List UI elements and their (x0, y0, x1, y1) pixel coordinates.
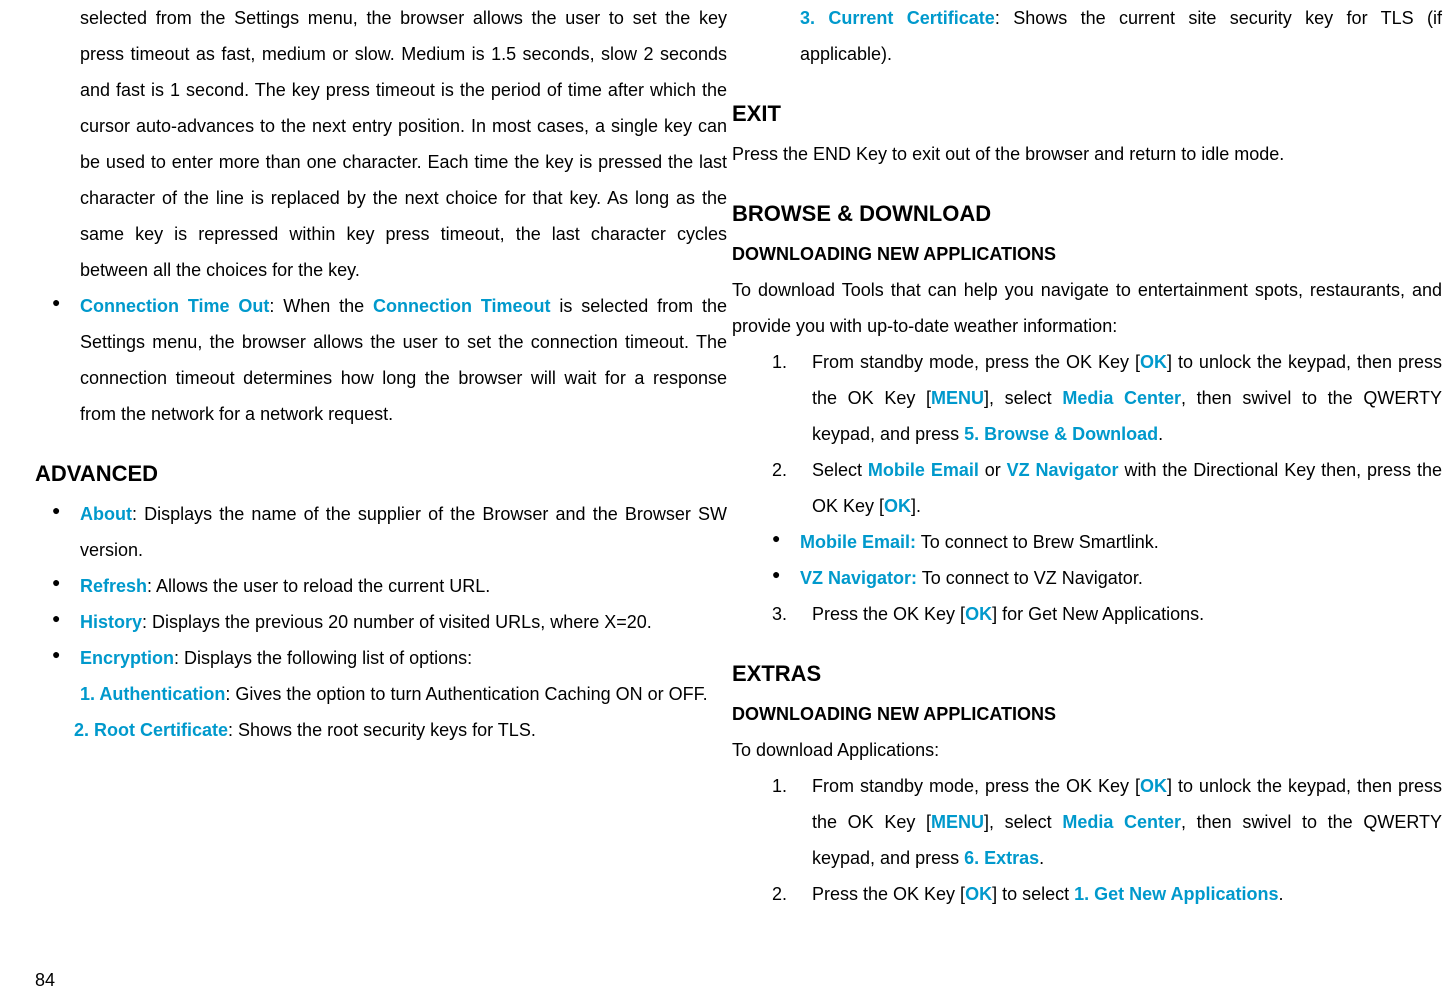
es1-mc: Media Center (1062, 812, 1181, 832)
extras-step-2: 2. Press the OK Key [OK] to select 1. Ge… (772, 876, 1442, 912)
about-text: : Displays the name of the supplier of t… (80, 504, 727, 560)
browse-intro: To download Tools that can help you navi… (732, 272, 1442, 344)
encryption-sub1: 1. Authentication: Gives the option to t… (80, 676, 727, 712)
history-text: : Displays the previous 20 number of vis… (142, 612, 652, 632)
me-text: To connect to Brew Smartlink. (916, 532, 1159, 552)
es1-ok1: OK (1140, 776, 1167, 796)
encryption-text: : Displays the following list of options… (174, 648, 472, 668)
bs2-t2: or (979, 460, 1007, 480)
about-label: About (80, 504, 132, 524)
browse-steps-cont: 3. Press the OK Key [OK] for Get New App… (772, 596, 1442, 632)
es2-t1: Press the OK Key [ (812, 884, 965, 904)
browse-bullets: Mobile Email: To connect to Brew Smartli… (772, 524, 1442, 596)
estep-num-1: 1. (772, 768, 787, 804)
es2-t2: ] to select (992, 884, 1074, 904)
bs1-menu: MENU (931, 388, 984, 408)
page-number: 84 (35, 970, 55, 991)
es2-t3: . (1278, 884, 1283, 904)
bs3-t2: ] for Get New Applications. (992, 604, 1204, 624)
step-num-1: 1. (772, 344, 787, 380)
bs1-t5: . (1158, 424, 1163, 444)
bs2-vz: VZ Navigator (1007, 460, 1119, 480)
connection-label2: Connection Timeout (373, 296, 551, 316)
exit-text: Press the END Key to exit out of the bro… (732, 136, 1442, 172)
connection-timeout-item: Connection Time Out: When the Connection… (52, 288, 727, 432)
es1-t3: ], select (984, 812, 1062, 832)
estep-num-2: 2. (772, 876, 787, 912)
connection-bullet-list: Connection Time Out: When the Connection… (52, 288, 727, 432)
browse-step-2: 2. Select Mobile Email or VZ Navigator w… (772, 452, 1442, 524)
right-column: 3. Current Certificate: Shows the curren… (727, 0, 1454, 1003)
es1-t1: From standby mode, press the OK Key [ (812, 776, 1140, 796)
mobile-email-bullet: Mobile Email: To connect to Brew Smartli… (772, 524, 1442, 560)
connection-text1: : When the (269, 296, 373, 316)
step-num-3: 3. (772, 596, 787, 632)
refresh-text: : Allows the user to reload the current … (147, 576, 490, 596)
advanced-heading: ADVANCED (35, 452, 727, 496)
es2-ok: OK (965, 884, 992, 904)
left-column: selected from the Settings menu, the bro… (0, 0, 727, 1003)
browse-steps: 1. From standby mode, press the OK Key [… (772, 344, 1442, 524)
keypress-paragraph: selected from the Settings menu, the bro… (80, 0, 727, 288)
es1-menu: MENU (931, 812, 984, 832)
history-item: History: Displays the previous 20 number… (52, 604, 727, 640)
browse-step-3: 3. Press the OK Key [OK] for Get New App… (772, 596, 1442, 632)
extras-step-1: 1. From standby mode, press the OK Key [… (772, 768, 1442, 876)
extras-heading: EXTRAS (732, 652, 1442, 696)
bs3-t1: Press the OK Key [ (812, 604, 965, 624)
exit-heading: EXIT (732, 92, 1442, 136)
encryption-item: Encryption: Displays the following list … (52, 640, 727, 748)
page-container: selected from the Settings menu, the bro… (0, 0, 1454, 1003)
cert3-label: 3. Current Certificate (800, 8, 995, 28)
browse-step-1: 1. From standby mode, press the OK Key [… (772, 344, 1442, 452)
vz-text: To connect to VZ Navigator. (917, 568, 1143, 588)
rootcert-text: : Shows the root security keys for TLS. (228, 720, 536, 740)
bs2-t1: Select (812, 460, 868, 480)
bs1-t3: ], select (984, 388, 1062, 408)
browse-subheading: DOWNLOADING NEW APPLICATIONS (732, 236, 1442, 272)
bs1-mc: Media Center (1062, 388, 1181, 408)
bs2-ok: OK (884, 496, 911, 516)
bs1-t1: From standby mode, press the OK Key [ (812, 352, 1140, 372)
auth-text: : Gives the option to turn Authenticatio… (225, 684, 707, 704)
browse-heading: BROWSE & DOWNLOAD (732, 192, 1442, 236)
bs2-me: Mobile Email (868, 460, 979, 480)
advanced-list: About: Displays the name of the supplier… (52, 496, 727, 748)
es2-gna: 1. Get New Applications (1074, 884, 1278, 904)
extras-subheading: DOWNLOADING NEW APPLICATIONS (732, 696, 1442, 732)
es1-ex: 6. Extras (964, 848, 1039, 868)
connection-label: Connection Time Out (80, 296, 269, 316)
auth-label: 1. Authentication (80, 684, 225, 704)
vz-navigator-bullet: VZ Navigator: To connect to VZ Navigator… (772, 560, 1442, 596)
vz-label: VZ Navigator: (800, 568, 917, 588)
bs3-ok: OK (965, 604, 992, 624)
encryption-sub2: 2. Root Certificate: Shows the root secu… (74, 712, 727, 748)
bs2-t4: ]. (911, 496, 921, 516)
extras-steps: 1. From standby mode, press the OK Key [… (772, 768, 1442, 912)
refresh-item: Refresh: Allows the user to reload the c… (52, 568, 727, 604)
es1-t5: . (1039, 848, 1044, 868)
bs1-bd: 5. Browse & Download (964, 424, 1158, 444)
me-label: Mobile Email: (800, 532, 916, 552)
refresh-label: Refresh (80, 576, 147, 596)
history-label: History (80, 612, 142, 632)
extras-intro: To download Applications: (732, 732, 1442, 768)
about-item: About: Displays the name of the supplier… (52, 496, 727, 568)
bs1-ok1: OK (1140, 352, 1167, 372)
step-num-2: 2. (772, 452, 787, 488)
cert3-block: 3. Current Certificate: Shows the curren… (800, 0, 1442, 72)
rootcert-label: 2. Root Certificate (74, 720, 228, 740)
encryption-label: Encryption (80, 648, 174, 668)
